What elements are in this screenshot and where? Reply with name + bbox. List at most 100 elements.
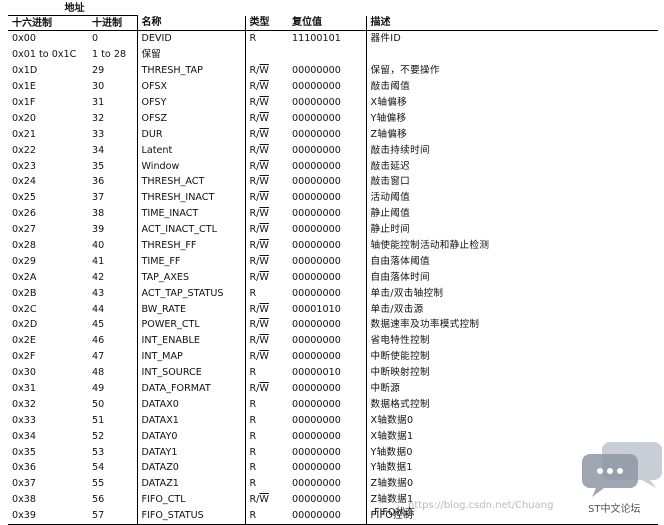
type-read: R/ xyxy=(249,97,260,108)
description-cell: 数据速率及功率模式控制 xyxy=(365,317,658,333)
reset-value-cell: 00000000 xyxy=(292,430,341,442)
register-name-cell: DATA_FORMAT xyxy=(136,380,245,397)
register-type-cell: R xyxy=(244,396,288,413)
table-row: 0x2A 42 TAP_AXES R/W 00000000 自由落体时间 xyxy=(8,269,658,286)
description-cell: Y轴偏移 xyxy=(365,110,658,127)
watermark-forum-name: ST中文论坛 xyxy=(588,504,641,515)
type-read: R xyxy=(249,33,257,45)
type-write-overline: W xyxy=(259,335,269,347)
register-type-cell: R xyxy=(244,460,288,476)
reset-value-cell: 00000000 xyxy=(292,255,341,267)
register-type-cell: R xyxy=(244,30,288,47)
type-read: R/ xyxy=(249,335,260,347)
dec-column-header: 十进制 xyxy=(88,15,137,31)
reset-value-cell: 00000000 xyxy=(292,398,341,410)
reset-value-cell: 00000000 xyxy=(292,383,341,395)
dec-address-cell: 56 xyxy=(92,494,105,506)
type-write-overline: W xyxy=(259,224,269,236)
register-name-cell: THRESH_INACT xyxy=(136,189,245,206)
dec-address-cell: 52 xyxy=(92,430,105,442)
register-name-cell: DATAZ1 xyxy=(136,475,245,492)
type-read: R xyxy=(249,414,257,426)
reset-value-cell: 00000000 xyxy=(292,97,341,108)
reset-value-cell: 00000000 xyxy=(292,160,341,172)
register-name-cell: INT_MAP xyxy=(136,348,245,365)
dec-address-cell: 49 xyxy=(92,383,105,395)
dec-address-cell: 55 xyxy=(92,478,105,490)
register-type-cell: R xyxy=(244,428,288,445)
type-read: R/ xyxy=(249,240,260,252)
register-type-cell: R/W xyxy=(244,62,288,79)
type-write-overline: W xyxy=(259,81,269,93)
table-row: 0x24 36 THRESH_ACT R/W 00000000 敲击窗口 xyxy=(8,174,658,190)
register-type-cell: R/W xyxy=(244,348,288,365)
table-row: 0x1F 31 OFSY R/W 00000000 X轴偏移 xyxy=(8,94,658,111)
dec-address-cell: 31 xyxy=(92,97,105,108)
register-name-cell: ACT_INACT_CTL xyxy=(136,221,245,238)
description-cell: 中断映射控制 xyxy=(365,364,658,381)
reset-value-cell: 00000000 xyxy=(292,462,341,474)
description-cell: 静止时间 xyxy=(365,221,658,238)
type-read: R xyxy=(249,398,257,410)
register-rows: 0x00 0 DEVID R 11100101 器件ID 0x01 to 0x1C 1 to … xyxy=(8,30,658,525)
dec-address-cell: 39 xyxy=(92,224,105,236)
register-type-cell: R/W xyxy=(244,189,288,206)
dec-address-cell: 43 xyxy=(92,287,105,299)
hex-address-cell: 0x36 xyxy=(12,462,36,474)
register-name-cell: BW_RATE xyxy=(136,301,245,318)
hex-address-cell: 0x29 xyxy=(12,255,36,267)
hex-address-cell: 0x1F xyxy=(12,97,36,108)
table-row: 0x34 52 DATAY0 R 00000000 X轴数据1 xyxy=(8,428,658,445)
register-name-cell: OFSX xyxy=(136,78,245,95)
type-read: R xyxy=(249,430,257,442)
address-group-header: 地址 xyxy=(8,2,137,16)
table-row: 0x2E 46 INT_ENABLE R/W 00000000 省电特性控制 xyxy=(8,332,658,349)
table-row: 0x23 35 Window R/W 00000000 敲击延迟 xyxy=(8,158,658,175)
register-name-cell: DATAY1 xyxy=(136,444,245,461)
desc-column-header: 描述 xyxy=(365,15,658,31)
forum-logo-icon xyxy=(582,442,662,497)
register-type-cell: R/W xyxy=(244,317,288,333)
hex-address-cell: 0x27 xyxy=(12,224,36,236)
reset-value-cell: 00000000 xyxy=(292,240,341,252)
type-read: R xyxy=(249,462,257,474)
dec-address-cell: 32 xyxy=(92,112,105,124)
register-name-cell: DEVID xyxy=(136,30,245,47)
reset-value-cell: 00001010 xyxy=(292,303,341,315)
register-type-cell: R/W xyxy=(244,174,288,190)
table-row: 0x1E 30 OFSX R/W 00000000 敲击阈值 xyxy=(8,78,658,95)
reset-value-cell: 00000000 xyxy=(292,446,341,458)
register-name-cell: Latent xyxy=(136,142,245,159)
dec-address-cell: 47 xyxy=(92,351,105,363)
type-write-overline: W xyxy=(259,240,269,252)
reset-value-cell: 00000000 xyxy=(292,112,341,124)
dec-address-cell: 50 xyxy=(92,398,105,410)
register-type-cell: R/W xyxy=(244,380,288,397)
table-row: 0x30 48 INT_SOURCE R 00000010 中断映射控制 xyxy=(8,364,658,381)
hex-address-cell: 0x35 xyxy=(12,446,36,458)
register-name-cell: DATAX1 xyxy=(136,412,245,429)
reset-value-cell xyxy=(288,47,366,63)
hex-address-cell: 0x30 xyxy=(12,367,36,379)
reset-value-cell: 00000000 xyxy=(292,351,341,363)
type-write-overline: W xyxy=(259,144,269,156)
dec-address-cell: 34 xyxy=(92,144,105,156)
register-type-cell: R/W xyxy=(244,332,288,349)
register-name-cell: DATAY0 xyxy=(136,428,245,445)
description-cell: X轴数据0 xyxy=(365,412,658,429)
hex-address-cell: 0x25 xyxy=(12,192,36,204)
description-cell: X轴偏移 xyxy=(365,94,658,111)
type-write-overline: W xyxy=(259,128,269,140)
dec-address-cell: 36 xyxy=(92,176,105,188)
dec-address-cell: 46 xyxy=(92,335,105,347)
hex-address-cell: 0x22 xyxy=(12,144,36,156)
reset-value-cell: 00000000 xyxy=(292,144,341,156)
register-name-cell: 保留 xyxy=(136,46,245,63)
type-read: R xyxy=(249,367,257,379)
hex-address-cell: 0x2C xyxy=(12,303,37,315)
register-name-cell: INT_ENABLE xyxy=(136,332,245,349)
table-row: 0x00 0 DEVID R 11100101 器件ID xyxy=(8,30,658,47)
register-name-cell: THRESH_ACT xyxy=(136,174,245,190)
type-write-overline: W xyxy=(259,112,269,124)
dec-address-cell: 42 xyxy=(92,271,105,283)
